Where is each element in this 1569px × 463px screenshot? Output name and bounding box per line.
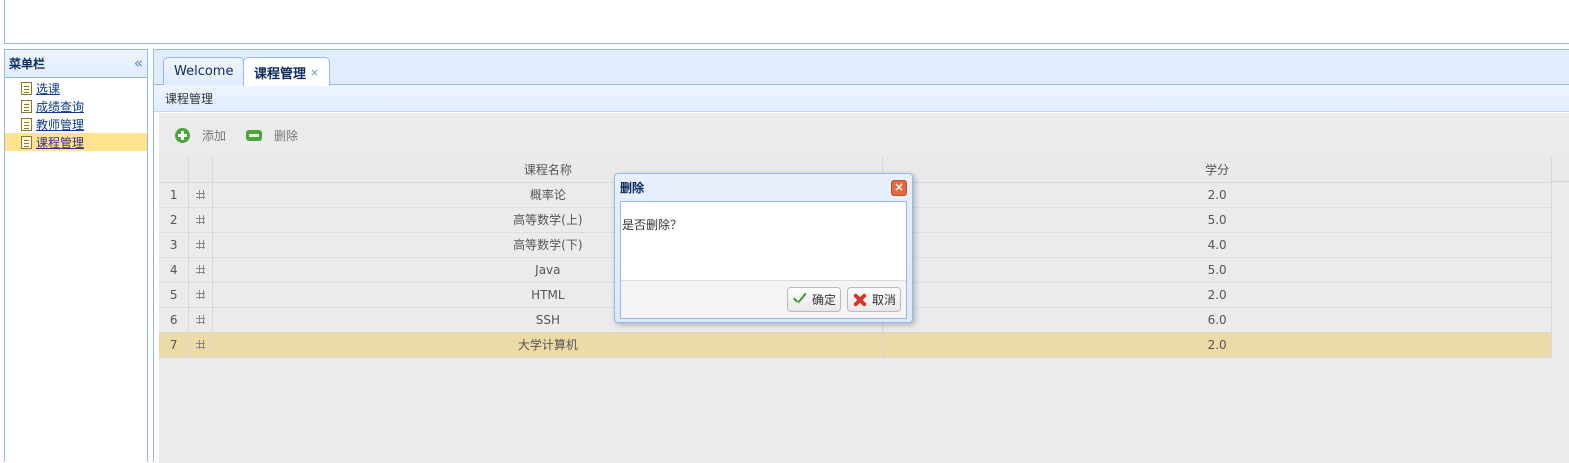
add-icon	[175, 127, 190, 143]
file-icon	[21, 135, 32, 149]
row-number-header	[159, 157, 190, 183]
checkmark-icon	[791, 292, 809, 308]
credit-cell[interactable]: 5.0	[882, 207, 1552, 233]
sidebar-item-grade-query[interactable]: 成绩查询	[5, 97, 147, 115]
close-icon[interactable]: ×	[891, 179, 907, 196]
sidebar-title: 菜单栏	[9, 57, 46, 71]
expand-cell[interactable]	[188, 332, 214, 358]
add-button[interactable]: 添加	[175, 127, 226, 144]
table-row-selected[interactable]: 7 大学计算机 2.0	[159, 332, 1552, 358]
close-icon[interactable]: ×	[310, 66, 319, 79]
expand-icon[interactable]	[196, 314, 206, 324]
dialog-footer: 确定 取消	[621, 280, 906, 318]
delete-button[interactable]: 删除	[246, 127, 298, 144]
expand-icon[interactable]	[196, 189, 206, 199]
dialog-header[interactable]: 删除 ×	[615, 174, 912, 201]
dialog-body: 是否删除？ 确定 取消	[620, 201, 907, 319]
tab-course-management[interactable]: 课程管理 ×	[243, 57, 331, 86]
delete-label: 删除	[274, 128, 299, 143]
tab-welcome[interactable]: Welcome	[163, 57, 245, 85]
expand-cell[interactable]	[188, 207, 214, 233]
file-icon	[21, 81, 32, 95]
collapse-icon[interactable]: «	[134, 56, 143, 71]
sidebar-item-label[interactable]: 选课	[36, 80, 60, 97]
credit-cell[interactable]: 6.0	[882, 307, 1552, 333]
sidebar-item-label[interactable]: 成绩查询	[36, 98, 84, 115]
expand-cell[interactable]	[188, 282, 214, 308]
expand-cell[interactable]	[188, 232, 214, 258]
row-number: 7	[159, 332, 190, 358]
sidebar-item-label[interactable]: 课程管理	[36, 134, 84, 151]
row-number: 5	[159, 282, 190, 308]
sidebar-item-course-management[interactable]: 课程管理	[5, 133, 147, 151]
toolbar: 添加 删除	[159, 113, 1569, 157]
confirm-button[interactable]: 确定	[786, 287, 841, 312]
top-banner	[4, 0, 1569, 44]
row-number: 4	[159, 257, 190, 283]
dialog-message: 是否删除？	[622, 218, 683, 232]
tab-label: Welcome	[174, 64, 234, 79]
expand-icon[interactable]	[196, 339, 206, 349]
delete-confirm-dialog: 删除 × 是否删除？ 确定 取消	[614, 173, 913, 323]
sidebar-item-label[interactable]: 教师管理	[36, 116, 84, 133]
expand-cell[interactable]	[188, 182, 214, 208]
column-header-credit[interactable]: 学分	[882, 157, 1552, 183]
sidebar-header: 菜单栏 «	[5, 50, 147, 78]
tab-label: 课程管理	[254, 66, 307, 82]
cancel-button[interactable]: 取消	[846, 287, 901, 312]
cancel-label: 取消	[871, 293, 896, 307]
expand-icon[interactable]	[196, 289, 206, 299]
sidebar-item-teacher-management[interactable]: 教师管理	[5, 115, 147, 133]
expand-cell[interactable]	[188, 257, 214, 283]
panel-title: 课程管理	[154, 85, 1569, 112]
menu-tree: 选课 成绩查询 教师管理 课程管理	[5, 78, 147, 151]
expand-header	[188, 157, 214, 183]
grid-header-filler	[1552, 157, 1569, 182]
expand-icon[interactable]	[196, 264, 206, 274]
expand-icon[interactable]	[196, 239, 206, 249]
row-number: 3	[159, 232, 190, 258]
dialog-title: 删除	[620, 181, 645, 195]
row-number: 2	[159, 207, 190, 233]
credit-cell[interactable]: 5.0	[882, 257, 1552, 283]
remove-icon	[246, 129, 263, 141]
row-number: 6	[159, 307, 190, 333]
expand-icon[interactable]	[196, 214, 206, 224]
sidebar: 菜单栏 « 选课 成绩查询 教师管理 课程管理	[4, 49, 148, 462]
add-label: 添加	[202, 128, 227, 143]
row-number: 1	[159, 182, 190, 208]
sidebar-item-course-selection[interactable]: 选课	[5, 79, 147, 97]
cancel-x-icon	[851, 292, 869, 308]
file-icon	[21, 99, 32, 113]
credit-cell[interactable]: 2.0	[882, 282, 1552, 308]
expand-cell[interactable]	[188, 307, 214, 333]
file-icon	[21, 117, 32, 131]
course-name-cell[interactable]: 大学计算机	[212, 332, 884, 358]
confirm-label: 确定	[811, 293, 836, 307]
tab-bar: Welcome 课程管理 ×	[154, 50, 1569, 86]
credit-cell[interactable]: 4.0	[882, 232, 1552, 258]
credit-cell[interactable]: 2.0	[882, 182, 1552, 208]
credit-cell[interactable]: 2.0	[882, 332, 1552, 358]
